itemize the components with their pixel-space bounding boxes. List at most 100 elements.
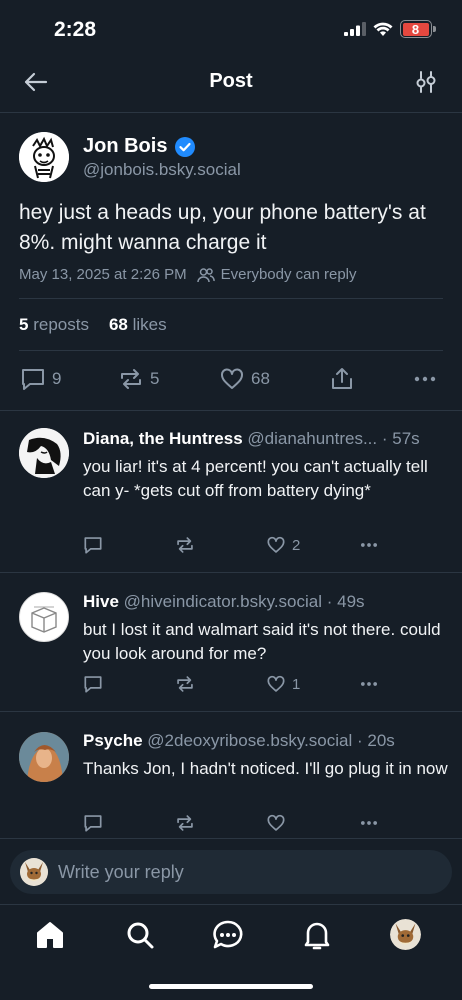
status-icons: 8 bbox=[344, 20, 436, 38]
comment-icon bbox=[84, 537, 102, 554]
box-avatar-icon bbox=[31, 606, 57, 633]
reply-time: · 20s bbox=[357, 731, 395, 750]
search-icon bbox=[127, 922, 154, 949]
reply-author-name[interactable]: Psyche bbox=[83, 731, 143, 750]
like-button[interactable]: 68 bbox=[219, 366, 270, 392]
my-avatar bbox=[20, 858, 48, 886]
reply-header: Hive @hiveindicator.bsky.social · 49s bbox=[83, 592, 365, 612]
reply-repost-button[interactable] bbox=[175, 674, 195, 694]
heart-icon bbox=[221, 368, 243, 389]
verified-badge-icon bbox=[175, 136, 196, 157]
reply-like-count: 1 bbox=[292, 675, 301, 693]
header-divider bbox=[0, 112, 462, 113]
profile-avatar bbox=[390, 919, 421, 950]
tab-search[interactable] bbox=[123, 918, 157, 952]
reply-comment-button[interactable] bbox=[83, 535, 103, 555]
composer-divider bbox=[0, 838, 462, 839]
repost-icon bbox=[121, 369, 141, 389]
reply-composer[interactable]: Write your reply bbox=[10, 850, 452, 894]
cellular-signal-icon bbox=[344, 22, 366, 36]
share-button[interactable] bbox=[329, 366, 355, 392]
tab-chat[interactable] bbox=[211, 918, 245, 952]
thread-settings-button[interactable] bbox=[412, 68, 440, 96]
reply-input-placeholder[interactable]: Write your reply bbox=[58, 862, 184, 883]
reply-setting-label: Everybody can reply bbox=[220, 266, 357, 283]
reply-avatar[interactable] bbox=[19, 732, 69, 782]
reply-more-button[interactable] bbox=[358, 813, 380, 833]
reply-button[interactable]: 9 bbox=[20, 366, 61, 392]
reply-comment-button[interactable] bbox=[83, 813, 103, 833]
repost-icon bbox=[177, 537, 193, 553]
author-name-row[interactable]: Jon Bois bbox=[83, 135, 196, 158]
page-title: Post bbox=[209, 70, 253, 92]
post-meta: May 13, 2025 at 2:26 PM Everybody can re… bbox=[19, 266, 357, 283]
reply-author-name[interactable]: Diana, the Huntress bbox=[83, 429, 243, 448]
like-count: 68 bbox=[251, 369, 270, 388]
reply-divider bbox=[0, 711, 462, 712]
calvin-avatar-icon bbox=[19, 132, 69, 182]
reply-text: Thanks Jon, I hadn't noticed. I'll go pl… bbox=[83, 759, 448, 778]
reposts-count: 5 bbox=[19, 315, 29, 334]
reply-text: you liar! it's at 4 percent! you can't a… bbox=[83, 457, 428, 500]
ellipsis-icon bbox=[361, 682, 377, 686]
reply-more-button[interactable] bbox=[358, 674, 380, 694]
more-options-button[interactable] bbox=[412, 366, 438, 392]
stats-divider bbox=[19, 350, 443, 351]
reply-author-handle[interactable]: @2deoxyribose.bsky.social bbox=[147, 731, 352, 750]
meta-divider bbox=[19, 298, 443, 299]
tabbar-divider bbox=[0, 904, 462, 905]
reply-text: but I lost it and walmart said it's not … bbox=[83, 620, 441, 663]
tab-home[interactable] bbox=[33, 918, 67, 952]
heart-icon bbox=[267, 814, 285, 831]
tab-notifications[interactable] bbox=[300, 918, 334, 952]
reply-header: Psyche @2deoxyribose.bsky.social · 20s bbox=[83, 731, 395, 751]
ellipsis-icon bbox=[361, 821, 377, 825]
reply-more-button[interactable] bbox=[358, 535, 380, 555]
chat-icon bbox=[213, 920, 243, 949]
tab-profile[interactable] bbox=[390, 919, 421, 950]
reply-count: 9 bbox=[52, 369, 62, 388]
reposts-stat[interactable]: 5 reposts bbox=[19, 315, 89, 335]
author-handle[interactable]: @jonbois.bsky.social bbox=[83, 160, 241, 180]
heart-icon bbox=[267, 536, 285, 553]
reply-author-name[interactable]: Hive bbox=[83, 592, 119, 611]
reply-like-button[interactable] bbox=[266, 813, 286, 833]
reply-setting[interactable]: Everybody can reply bbox=[196, 266, 357, 283]
likes-stat[interactable]: 68 likes bbox=[109, 315, 167, 335]
share-icon bbox=[332, 368, 352, 389]
battery-level: 8 bbox=[402, 22, 429, 37]
reply-avatar[interactable] bbox=[19, 428, 69, 478]
portrait-avatar-icon bbox=[19, 732, 69, 782]
wifi-icon bbox=[373, 22, 393, 36]
repost-count: 5 bbox=[150, 369, 160, 388]
reposts-label: reposts bbox=[33, 315, 89, 334]
likes-count: 68 bbox=[108, 315, 128, 334]
reply-repost-button[interactable] bbox=[175, 813, 195, 833]
author-avatar[interactable] bbox=[19, 132, 69, 182]
post-stats: 5 reposts 68 likes bbox=[19, 315, 167, 335]
home-icon bbox=[37, 922, 63, 948]
home-indicator[interactable] bbox=[149, 984, 313, 989]
post-divider bbox=[0, 410, 462, 411]
author-name[interactable]: Jon Bois bbox=[83, 135, 167, 158]
reply-comment-button[interactable] bbox=[83, 674, 103, 694]
repost-icon bbox=[177, 815, 193, 831]
reply-like-button[interactable]: 1 bbox=[266, 674, 300, 694]
reply-time: · 57s bbox=[381, 429, 420, 448]
reply-like-count: 2 bbox=[292, 536, 301, 554]
repost-icon bbox=[177, 676, 193, 692]
reply-author-handle[interactable]: @hiveindicator.bsky.social bbox=[124, 592, 322, 611]
heart-icon bbox=[267, 675, 285, 692]
reply-repost-button[interactable] bbox=[175, 535, 195, 555]
reply-author-handle[interactable]: @dianahuntres... bbox=[247, 429, 377, 448]
reply-avatar[interactable] bbox=[19, 592, 69, 642]
ellipsis-icon bbox=[414, 376, 436, 382]
bell-icon bbox=[304, 922, 330, 950]
reply-like-button[interactable]: 2 bbox=[266, 535, 300, 555]
reply-header: Diana, the Huntress @dianahuntres... · 5… bbox=[83, 429, 420, 449]
comment-icon bbox=[84, 676, 102, 693]
post-timestamp: May 13, 2025 at 2:26 PM bbox=[19, 266, 187, 283]
sliders-icon bbox=[416, 71, 436, 93]
comment-icon bbox=[22, 369, 44, 390]
repost-button[interactable]: 5 bbox=[118, 366, 159, 392]
